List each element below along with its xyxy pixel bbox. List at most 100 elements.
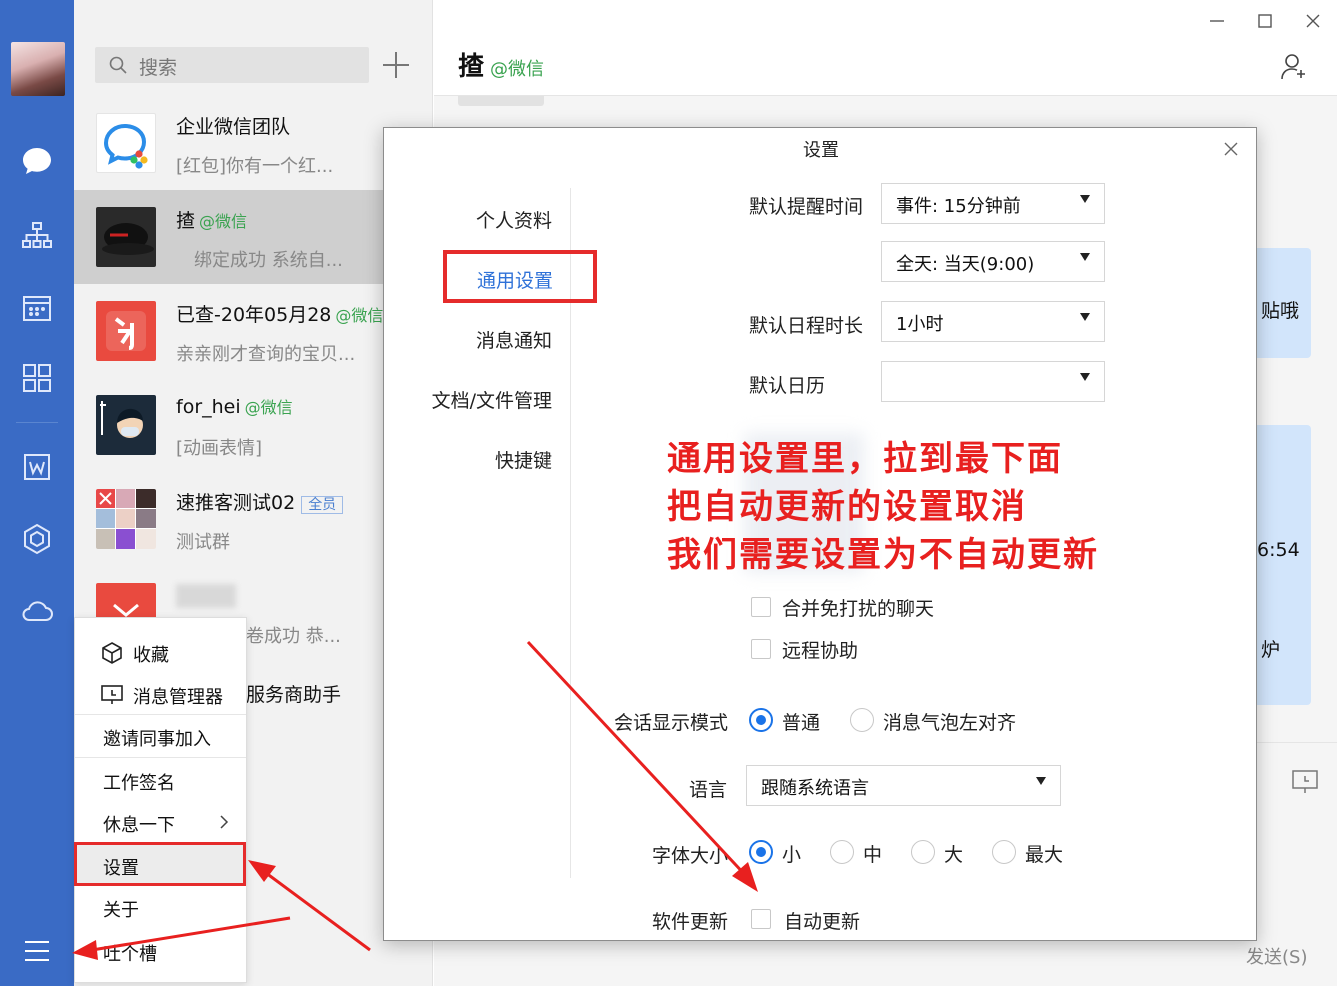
message-preview: 卷成功 恭... [246, 626, 341, 647]
contact-avatar [96, 395, 156, 455]
dropdown-arrow-icon [1080, 195, 1090, 203]
settings-sidebar: 个人资料 通用设置 消息通知 文档/文件管理 快捷键 [384, 188, 571, 878]
menu-item-invite[interactable]: 邀请同事加入 [75, 716, 246, 756]
conversation-item[interactable]: 已查-20年05月28@微信 亲亲刚才查询的宝贝... E [74, 284, 433, 378]
font-size-medium-label: 中 [863, 844, 883, 866]
dialog-title: 设置 [803, 140, 839, 161]
font-size-small-radio[interactable] [749, 840, 773, 864]
font-size-max-radio[interactable] [992, 840, 1016, 864]
annotation-text: 通用设置里，拉到最下面 把自动更新的设置取消 我们需要设置为不自动更新 [667, 439, 1099, 575]
chevron-right-icon [219, 814, 229, 835]
calendar-select[interactable] [881, 361, 1105, 402]
conversation-item[interactable]: 企业微信团队 [红包]你有一个红... 6分 [74, 96, 433, 190]
sidebar-item-general[interactable]: 通用设置 [477, 266, 553, 293]
cloud-icon[interactable] [19, 593, 55, 629]
menu-item-message-manager[interactable]: 消息管理器 [75, 674, 246, 714]
reminder-label: 默认提醒时间 [749, 196, 864, 218]
menu-divider [75, 714, 246, 715]
menu-divider [75, 843, 246, 844]
contact-name: for_hei @微信 [176, 396, 293, 418]
update-label: 软件更新 [652, 911, 729, 933]
menu-item-signature[interactable]: 工作签名 [75, 760, 246, 800]
weidoc-icon[interactable] [19, 449, 55, 485]
menu-item-feedback[interactable]: 吐个槽 [75, 931, 246, 971]
chat-title: 揸 @微信 [458, 52, 545, 82]
remote-assist-checkbox[interactable] [751, 639, 771, 659]
main-menu-popup: 收藏 消息管理器 邀请同事加入 工作签名 休息一下 设置 关于 吐个槽 [74, 617, 247, 983]
display-mode-normal-radio[interactable] [749, 708, 773, 732]
cube-icon [101, 642, 123, 669]
message-manager-icon [101, 684, 123, 711]
remote-assist-label: 远程协助 [782, 640, 859, 662]
apps-grid-icon[interactable] [19, 360, 55, 396]
menu-item-rest[interactable]: 休息一下 [75, 802, 246, 842]
close-icon[interactable] [1222, 140, 1240, 158]
sidebar-item-shortcuts[interactable]: 快捷键 [495, 446, 552, 473]
display-mode-left-label: 消息气泡左对齐 [883, 712, 1017, 734]
header-shadow-tab [458, 96, 544, 106]
org-chart-icon[interactable] [19, 218, 55, 254]
add-icon[interactable] [383, 52, 409, 78]
merge-dnd-checkbox[interactable] [751, 597, 771, 617]
dropdown-arrow-icon [1080, 313, 1090, 321]
dropdown-arrow-icon [1036, 777, 1046, 785]
menu-hamburger-icon[interactable] [19, 933, 55, 969]
display-mode-left-radio[interactable] [850, 708, 874, 732]
auto-update-checkbox[interactable] [751, 909, 771, 929]
close-window-icon[interactable] [1302, 10, 1324, 32]
chat-header: 揸 @微信 [434, 0, 1337, 96]
menu-item-about[interactable]: 关于 [75, 887, 246, 927]
search-input[interactable]: 搜索 [139, 53, 177, 80]
display-mode-normal-label: 普通 [782, 712, 821, 734]
group-avatar [96, 489, 156, 549]
dropdown-arrow-icon [1080, 373, 1090, 381]
chat-history-icon[interactable] [1292, 770, 1318, 799]
auto-update-label: 自动更新 [784, 911, 861, 933]
contact-name: 速推客测试02 全员 [176, 488, 344, 515]
nav-divider [16, 422, 58, 423]
message-preview: [红包]你有一个红... [176, 156, 334, 177]
conversation-item[interactable]: 速推客测试02全员 测试群 星 [74, 472, 433, 566]
language-label: 语言 [689, 779, 728, 801]
language-select[interactable]: 跟随系统语言 [746, 765, 1061, 806]
calendar-label: 默认日历 [749, 375, 826, 397]
message-preview: 亲亲刚才查询的宝贝... [176, 344, 356, 365]
chat-icon[interactable] [19, 143, 55, 179]
conversation-item-selected[interactable]: 揸@微信 绑定成功 系统自... E [74, 190, 433, 284]
send-button[interactable]: 发送(S) [1246, 943, 1307, 969]
add-member-icon[interactable] [1280, 52, 1308, 85]
left-nav [0, 0, 74, 986]
contact-name: 企业微信团队 [176, 116, 291, 138]
reminder-allday-select[interactable]: 全天: 当天(9:00) [881, 241, 1105, 282]
font-size-small-label: 小 [782, 844, 802, 866]
font-size-large-radio[interactable] [911, 840, 935, 864]
workbench-icon[interactable] [19, 521, 55, 557]
settings-dialog: 设置 个人资料 通用设置 消息通知 文档/文件管理 快捷键 默认提醒时间 事件:… [383, 127, 1257, 941]
sidebar-item-profile[interactable]: 个人资料 [476, 206, 552, 233]
reminder-event-select[interactable]: 事件: 15分钟前 [881, 183, 1105, 224]
my-avatar[interactable] [11, 42, 65, 96]
search-icon [109, 56, 127, 79]
sidebar-item-files[interactable]: 文档/文件管理 [432, 386, 552, 413]
contact-avatar [96, 113, 156, 173]
contact-avatar [96, 207, 156, 267]
all-members-badge: 全员 [301, 496, 344, 514]
sidebar-item-notifications[interactable]: 消息通知 [476, 326, 552, 353]
menu-item-settings[interactable]: 设置 [75, 845, 246, 885]
contact-name: 揸 @微信 [176, 210, 248, 232]
minimize-icon[interactable] [1206, 10, 1228, 32]
display-mode-label: 会话显示模式 [614, 712, 729, 734]
contact-name-blurred [176, 584, 236, 608]
maximize-icon[interactable] [1254, 10, 1276, 32]
conversation-item[interactable]: for_hei@微信 [动画表情] E [74, 378, 433, 472]
search-box[interactable]: 搜索 [95, 47, 369, 83]
contact-avatar [96, 301, 156, 361]
calendar-icon[interactable] [19, 290, 55, 326]
duration-select[interactable]: 1小时 [881, 301, 1105, 342]
font-size-medium-radio[interactable] [830, 840, 854, 864]
menu-item-favorites[interactable]: 收藏 [75, 632, 246, 672]
message-preview: 绑定成功 系统自... [194, 250, 343, 271]
font-size-label: 字体大小 [652, 845, 729, 867]
merge-dnd-label: 合并免打扰的聊天 [782, 598, 935, 620]
dropdown-arrow-icon [1080, 253, 1090, 261]
